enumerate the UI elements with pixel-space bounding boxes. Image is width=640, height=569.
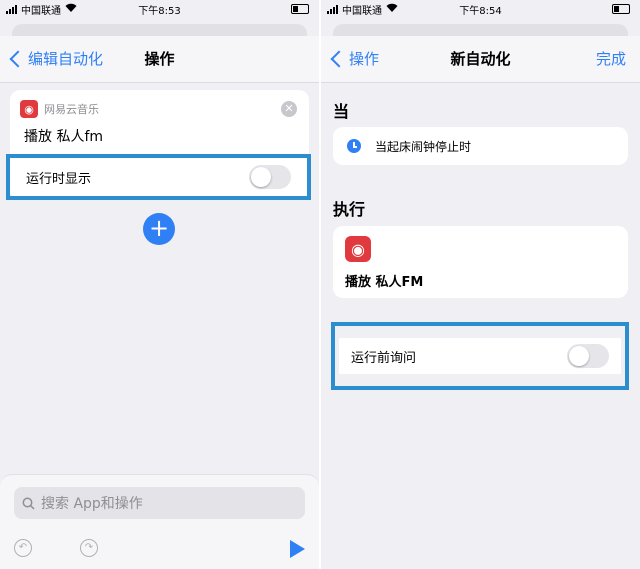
netease-music-icon: ◉: [345, 236, 371, 262]
show-when-run-row: 运行时显示: [14, 162, 303, 192]
search-icon: [22, 497, 35, 510]
app-name: 网易云音乐: [44, 103, 99, 116]
ask-before-running-row: 运行前询问: [339, 338, 621, 374]
action-card[interactable]: ◉ 播放 私人FM: [333, 226, 628, 298]
netease-music-icon: ◉: [20, 100, 38, 118]
back-label: 编辑自动化: [28, 50, 104, 68]
play-icon: [290, 540, 305, 558]
ask-before-running-toggle[interactable]: [567, 344, 609, 368]
battery-icon: [291, 4, 309, 14]
alarm-clock-icon: [347, 139, 361, 153]
status-bar: 中国联通 下午8:54: [321, 0, 640, 18]
run-button[interactable]: [290, 540, 310, 560]
trigger-label: 当起床闹钟停止时: [375, 139, 472, 154]
done-button[interactable]: 完成: [596, 48, 626, 69]
add-action-button[interactable]: +: [143, 213, 175, 245]
actions-sheet: 搜索 App和操作 ↶ ↷: [0, 474, 319, 569]
search-input[interactable]: 搜索 App和操作: [14, 487, 305, 519]
nav-bar: 操作 新自动化 完成: [321, 36, 640, 83]
search-placeholder: 搜索 App和操作: [41, 496, 143, 512]
plus-icon: +: [148, 214, 170, 242]
action-name: 播放 私人FM: [345, 275, 424, 290]
highlight-box: 运行前询问: [331, 322, 629, 390]
highlight-box: 运行时显示: [6, 154, 311, 200]
show-when-run-label: 运行时显示: [26, 171, 92, 187]
status-bar: 中国联通 下午8:53: [0, 0, 319, 18]
trigger-row[interactable]: 当起床闹钟停止时: [333, 127, 628, 165]
back-label: 操作: [349, 50, 380, 68]
redo-button[interactable]: ↷: [80, 539, 100, 559]
ask-before-running-label: 运行前询问: [351, 350, 417, 366]
chevron-left-icon: [9, 50, 27, 67]
action-name: 播放 私人fm: [24, 129, 104, 145]
when-heading: 当: [333, 102, 350, 121]
undo-button[interactable]: ↶: [14, 539, 34, 559]
nav-bar: 编辑自动化 操作: [0, 36, 319, 83]
show-when-run-toggle[interactable]: [249, 165, 291, 189]
chevron-left-icon: [330, 50, 348, 67]
back-button[interactable]: 操作: [329, 48, 379, 69]
battery-icon: [612, 4, 630, 14]
do-heading: 执行: [333, 200, 366, 219]
redo-icon: ↷: [80, 539, 98, 557]
left-screen: 中国联通 下午8:53 编辑自动化 操作 ◉ 网易云音乐 ✕ 播放 私人fm 运…: [0, 0, 319, 569]
undo-icon: ↶: [14, 539, 32, 557]
close-icon[interactable]: ✕: [281, 101, 297, 117]
status-time: 下午8:53: [138, 5, 181, 17]
status-time: 下午8:54: [459, 5, 502, 17]
back-button[interactable]: 编辑自动化: [8, 48, 103, 69]
right-screen: 中国联通 下午8:54 操作 新自动化 完成 当 当起床闹钟停止时 执行 ◉ 播…: [321, 0, 640, 569]
